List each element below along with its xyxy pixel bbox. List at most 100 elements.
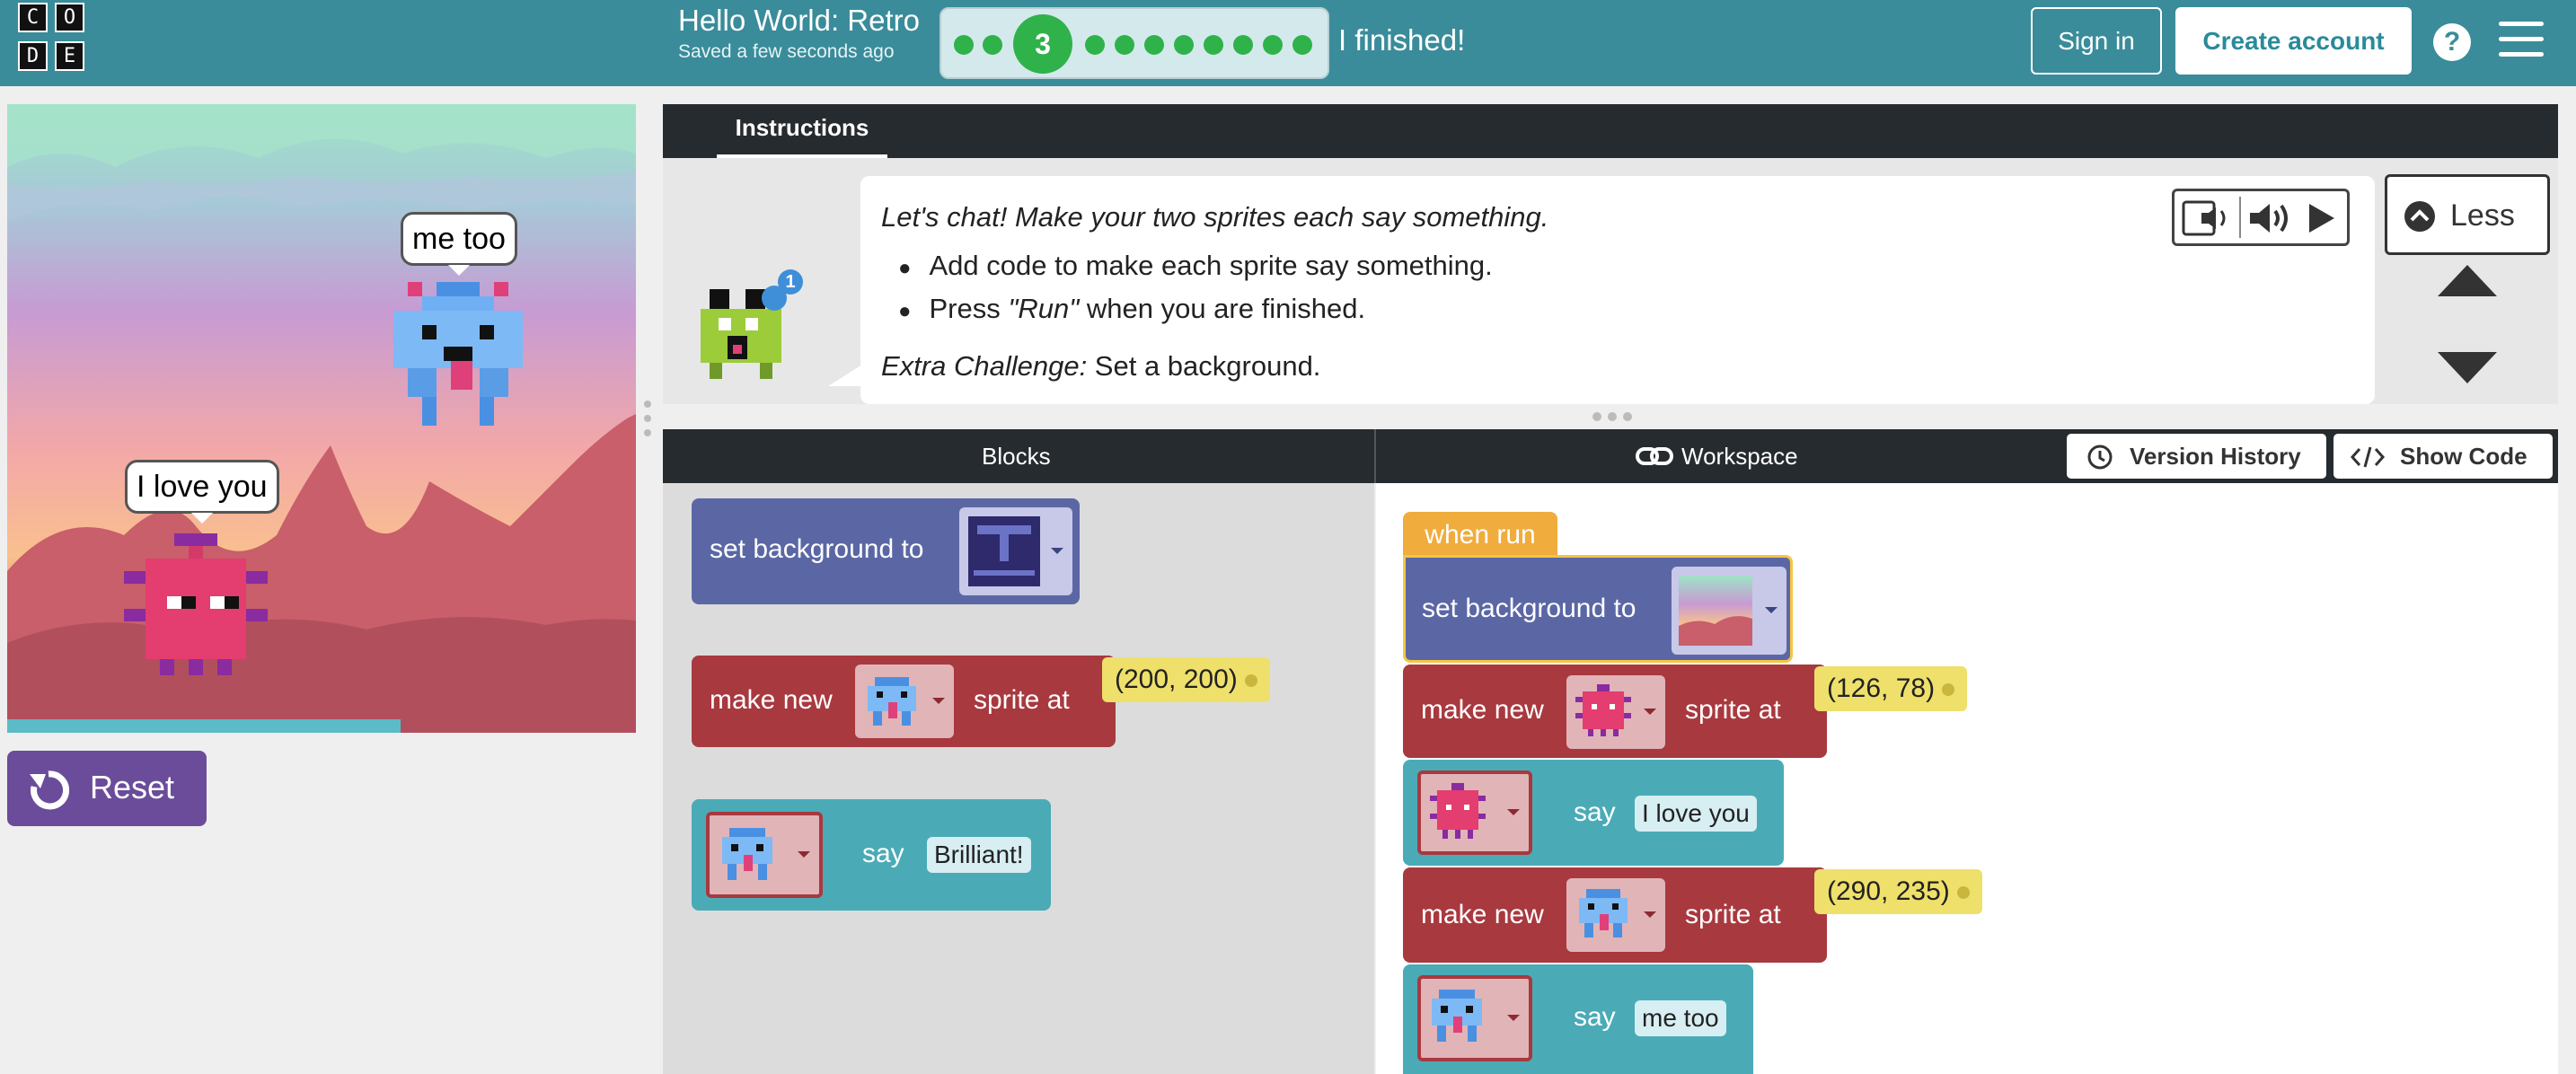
version-history-button[interactable]: Version History <box>2067 434 2326 479</box>
sprite-dropdown[interactable] <box>1566 878 1665 952</box>
block-label-make-new: make new <box>1421 695 1544 725</box>
say-sprite-dropdown[interactable] <box>1417 770 1532 855</box>
level-dot-10[interactable] <box>1263 35 1283 55</box>
logo-letter-e[interactable]: E <box>55 41 84 71</box>
background-dropdown[interactable] <box>1672 567 1786 655</box>
code-icon <box>2350 446 2386 468</box>
stage-background <box>7 104 636 733</box>
panel-resize-handle[interactable] <box>639 395 657 449</box>
blue-alien-icon <box>868 677 916 726</box>
level-dot-4[interactable] <box>1085 35 1105 55</box>
program-say-block-1[interactable]: say I love you <box>1403 760 1784 866</box>
program-make-new-sprite-block-1[interactable]: make new sprite at <box>1403 665 1827 758</box>
help-icon[interactable]: ? <box>2433 23 2471 61</box>
say-text-field[interactable]: I love you <box>1635 796 1757 832</box>
toolbox-set-background-block[interactable]: set background to <box>692 498 1080 604</box>
show-code-label: Show Code <box>2400 443 2527 470</box>
background-thumbnail <box>968 516 1040 586</box>
say-text-field[interactable]: me too <box>1635 1000 1726 1036</box>
say-text-field[interactable]: Brilliant! <box>927 837 1031 873</box>
block-label-make-new: make new <box>710 685 833 715</box>
say-label: say <box>1574 797 1616 827</box>
reset-button[interactable]: Reset <box>7 751 207 826</box>
toolbox-make-new-sprite-block[interactable]: make new sprite at <box>692 656 1116 747</box>
text-to-speech-controls[interactable] <box>2172 189 2350 246</box>
location-pin-icon[interactable] <box>1942 683 1955 697</box>
sprite-dropdown[interactable] <box>855 665 954 738</box>
logo-letter-d[interactable]: D <box>18 41 48 71</box>
position-value-2[interactable]: (290, 235) <box>1814 869 1982 914</box>
scroll-down-arrow-icon[interactable] <box>2438 352 2497 383</box>
finished-link[interactable]: I finished! <box>1338 23 1465 57</box>
block-label-sprite-at: sprite at <box>974 685 1070 715</box>
sign-in-button[interactable]: Sign in <box>2031 7 2162 75</box>
current-level-bubble[interactable]: 3 <box>1013 14 1072 74</box>
level-dot-1[interactable] <box>954 35 974 55</box>
instructions-bullet-1: ● Add code to make each sprite say someth… <box>898 250 1493 281</box>
position-value-1[interactable]: (126, 78) <box>1814 666 1968 711</box>
say-label: say <box>1574 1002 1616 1032</box>
link-icon <box>1636 447 1673 465</box>
block-label-make-new: make new <box>1421 900 1544 929</box>
logo-letter-c[interactable]: C <box>18 3 48 32</box>
blue-alien-icon <box>722 828 772 880</box>
position-text: (200, 200) <box>1115 665 1238 694</box>
program-say-block-2[interactable]: say me too <box>1403 964 1753 1074</box>
location-pin-icon[interactable] <box>1956 886 1970 900</box>
speech-bubble-top: me too <box>401 212 517 276</box>
block-label: set background to <box>710 534 924 564</box>
reset-icon <box>30 770 70 810</box>
level-dot-7[interactable] <box>1174 35 1194 55</box>
red-alien-icon <box>1430 783 1486 839</box>
lesson-title: Hello World: Retro <box>678 4 920 37</box>
instructions-card-pointer <box>828 365 862 386</box>
block-label-sprite-at: sprite at <box>1685 900 1781 929</box>
background-thumbnail <box>1679 576 1752 646</box>
read-aloud-icon[interactable] <box>2182 198 2236 238</box>
level-dot-9[interactable] <box>1233 35 1253 55</box>
position-text: (290, 235) <box>1827 876 1950 906</box>
hint-badge[interactable]: 1 <box>778 269 803 295</box>
block-label-sprite-at: sprite at <box>1685 695 1781 725</box>
volume-icon[interactable] <box>2246 200 2295 236</box>
say-sprite-dropdown[interactable] <box>706 812 823 898</box>
say-label: say <box>862 839 904 868</box>
reset-label: Reset <box>90 769 175 806</box>
sprite-dropdown[interactable] <box>1566 675 1665 749</box>
instructions-bullet-2: ● Press "Run" when you are finished. <box>898 293 1366 324</box>
location-pin-icon[interactable] <box>1244 674 1257 688</box>
toolbox-position-value[interactable]: (200, 200) <box>1102 657 1270 702</box>
show-code-button[interactable]: Show Code <box>2333 434 2553 479</box>
hamburger-menu-icon[interactable] <box>2495 18 2547 63</box>
less-button[interactable]: Less <box>2385 174 2550 255</box>
level-dot-8[interactable] <box>1204 35 1223 55</box>
program-set-background-block[interactable]: set background to <box>1403 555 1793 663</box>
scroll-up-arrow-icon[interactable] <box>2438 265 2497 296</box>
level-dot-11[interactable] <box>1292 35 1312 55</box>
clock-icon <box>2087 445 2113 470</box>
level-dot-2[interactable] <box>983 35 1002 55</box>
chevron-up-circle-icon <box>2404 201 2435 232</box>
say-sprite-dropdown[interactable] <box>1417 975 1532 1061</box>
background-dropdown[interactable] <box>959 507 1072 595</box>
blue-alien-icon <box>1432 990 1482 1042</box>
progress-bubbles: 3 <box>940 7 1329 79</box>
resize-grip-icon[interactable] <box>1590 409 1635 424</box>
play-icon[interactable] <box>2306 202 2338 234</box>
workspace-header-label: Workspace <box>1681 443 1798 470</box>
level-dot-5[interactable] <box>1115 35 1134 55</box>
blue-alien-icon <box>1579 889 1628 938</box>
speech-bubble-bottom: I love you <box>125 460 279 524</box>
tab-instructions[interactable]: Instructions <box>717 104 887 158</box>
block-label: set background to <box>1422 594 1636 623</box>
audio-divider <box>2239 197 2241 238</box>
game-stage[interactable]: me too I love you <box>7 104 636 733</box>
less-label: Less <box>2450 198 2515 233</box>
create-account-button[interactable]: Create account <box>2175 7 2412 75</box>
when-run-hat-block[interactable]: when run <box>1403 512 1557 559</box>
save-status: Saved a few seconds ago <box>678 41 895 62</box>
level-dot-6[interactable] <box>1144 35 1164 55</box>
program-make-new-sprite-block-2[interactable]: make new sprite at <box>1403 867 1827 963</box>
logo-letter-o[interactable]: O <box>55 3 84 32</box>
toolbox-say-block[interactable]: say Brilliant! <box>692 799 1051 911</box>
